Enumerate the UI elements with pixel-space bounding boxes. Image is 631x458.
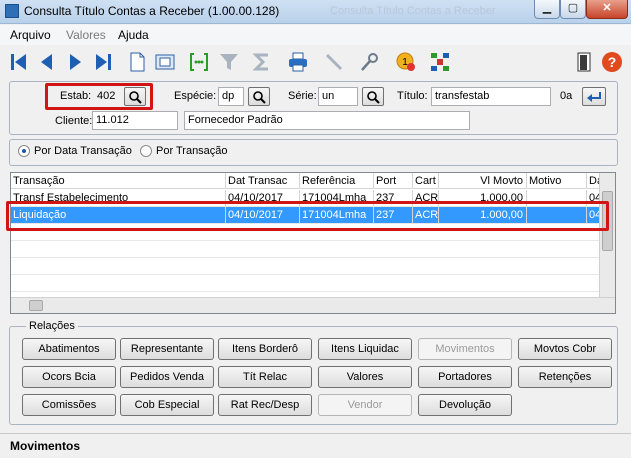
- title-bar: Consulta Título Contas a Receber (1.00.0…: [0, 0, 631, 24]
- radio-por-data-transacao-label: Por Data Transação: [34, 145, 132, 157]
- cliente-label: Cliente:: [55, 115, 93, 127]
- estab-label: Estab:: [60, 90, 92, 102]
- window-title: Consulta Título Contas a Receber (1.00.0…: [24, 4, 280, 18]
- radio-por-data-transacao[interactable]: [18, 145, 30, 157]
- last-icon[interactable]: [91, 50, 115, 74]
- filter-icon[interactable]: [217, 50, 241, 74]
- serie-label: Série:: [288, 90, 317, 102]
- vendor-button[interactable]: Vendor: [318, 394, 412, 416]
- menu-ajuda[interactable]: Ajuda: [118, 28, 149, 42]
- column-header-transacao[interactable]: Transação: [11, 173, 226, 189]
- horizontal-scrollbar[interactable]: [11, 297, 615, 313]
- radio-por-transacao[interactable]: [140, 145, 152, 157]
- valores-button[interactable]: Valores: [318, 366, 412, 388]
- first-icon[interactable]: [7, 50, 31, 74]
- estab-field[interactable]: 402: [93, 87, 123, 106]
- menu-arquivo[interactable]: Arquivo: [10, 28, 51, 42]
- app-icon: [5, 4, 19, 18]
- help-icon[interactable]: ?: [600, 50, 624, 74]
- radio-por-transacao-label: Por Transação: [156, 145, 228, 157]
- pedidos-venda-button[interactable]: Pedidos Venda: [120, 366, 214, 388]
- row-highlight: [6, 201, 609, 231]
- ocors-bcia-button[interactable]: Ocors Bcia: [22, 366, 116, 388]
- column-header-port[interactable]: Port: [374, 173, 413, 189]
- cliente-field[interactable]: 11.012: [92, 111, 178, 130]
- magnifier-icon: [253, 90, 266, 104]
- transactions-grid[interactable]: Transação Dat Transac Referência Port Ca…: [10, 172, 616, 314]
- estab-zoom-button[interactable]: [124, 87, 146, 106]
- return-arrow-icon: [587, 91, 601, 102]
- rat-rec-desp-button[interactable]: Rat Rec/Desp: [218, 394, 312, 416]
- serie-zoom-button[interactable]: [362, 87, 384, 106]
- close-button[interactable]: ✕: [586, 0, 628, 19]
- table-row-empty: [11, 258, 601, 275]
- magnifier-icon: [367, 90, 380, 104]
- minimize-button[interactable]: ▁: [534, 0, 560, 19]
- column-header-referencia[interactable]: Referência: [300, 173, 374, 189]
- background-window-title: Consulta Título Contas a Receber: [330, 5, 496, 17]
- especie-zoom-button[interactable]: [248, 87, 270, 106]
- column-header-dat-transac[interactable]: Dat Transac: [226, 173, 300, 189]
- pen-icon[interactable]: [322, 50, 346, 74]
- status-bar: Movimentos: [0, 433, 631, 458]
- vertical-scrollbar[interactable]: [599, 173, 615, 298]
- retencoes-button[interactable]: Retenções: [518, 366, 612, 388]
- movimentos-button[interactable]: Movimentos: [418, 338, 512, 360]
- devolucao-button[interactable]: Devolução: [418, 394, 512, 416]
- itens-bordero-button[interactable]: Itens Borderô: [218, 338, 312, 360]
- sum-icon[interactable]: [250, 50, 274, 74]
- table-row-empty: [11, 275, 601, 292]
- representante-button[interactable]: Representante: [120, 338, 214, 360]
- toolbar: 1 ?: [0, 45, 631, 78]
- abatimentos-button[interactable]: Abatimentos: [22, 338, 116, 360]
- next-icon[interactable]: [63, 50, 87, 74]
- menu-valores[interactable]: Valores: [66, 28, 106, 42]
- portadores-button[interactable]: Portadores: [418, 366, 512, 388]
- column-header-vl-movto[interactable]: Vl Movto: [439, 173, 527, 189]
- menu-bar: Arquivo Valores Ajuda: [0, 25, 631, 45]
- search-key-icon[interactable]: [358, 50, 382, 74]
- print-icon[interactable]: [286, 50, 310, 74]
- titulo-field[interactable]: transfestab: [431, 87, 551, 106]
- magnifier-icon: [129, 90, 142, 104]
- column-header-motivo[interactable]: Motivo: [527, 173, 587, 189]
- svg-text:?: ?: [608, 54, 617, 70]
- cob-especial-button[interactable]: Cob Especial: [120, 394, 214, 416]
- table-row-empty: [11, 241, 601, 258]
- goto-icon[interactable]: [187, 50, 211, 74]
- itens-liquidac-button[interactable]: Itens Liquidac: [318, 338, 412, 360]
- new-document-icon[interactable]: [125, 50, 149, 74]
- view-icon[interactable]: [153, 50, 177, 74]
- status-text: Movimentos: [10, 439, 81, 453]
- especie-label: Espécie:: [174, 90, 217, 102]
- grid-header: Transação Dat Transac Referência Port Ca…: [11, 173, 615, 189]
- exit-icon[interactable]: [572, 50, 596, 74]
- titulo-label: Título:: [397, 90, 428, 102]
- column-header-cart[interactable]: Cart: [413, 173, 439, 189]
- comissoes-button[interactable]: Comissões: [22, 394, 116, 416]
- movtos-cobr-button[interactable]: Movtos Cobr: [518, 338, 612, 360]
- cliente-nome-field: Fornecedor Padrão: [184, 111, 470, 130]
- maximize-button[interactable]: ▢: [560, 0, 586, 19]
- info-icon[interactable]: 1: [394, 50, 418, 74]
- relacoes-title: Relações: [26, 320, 78, 332]
- tree-icon[interactable]: [428, 50, 452, 74]
- serie-field[interactable]: un: [318, 87, 358, 106]
- horizontal-scroll-thumb[interactable]: [29, 300, 43, 311]
- especie-field[interactable]: dp: [218, 87, 244, 106]
- confirm-button[interactable]: [582, 87, 606, 106]
- parcela-field[interactable]: 0a: [556, 87, 576, 106]
- previous-icon[interactable]: [35, 50, 59, 74]
- tit-relac-button[interactable]: Tít Relac: [218, 366, 312, 388]
